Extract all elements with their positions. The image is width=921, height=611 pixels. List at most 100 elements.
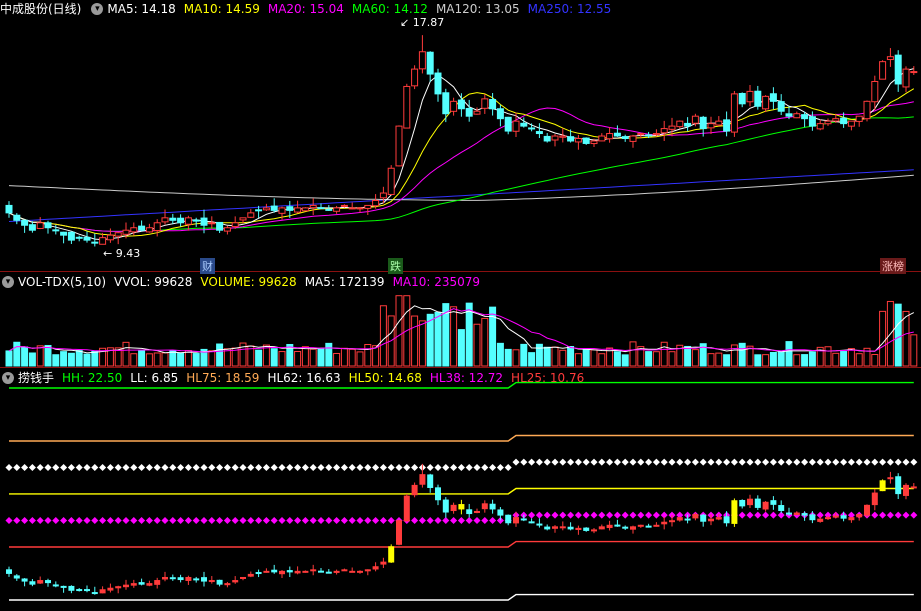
volume-bar bbox=[317, 348, 325, 367]
candle-body bbox=[528, 127, 536, 130]
candle-body bbox=[60, 231, 68, 236]
hl62-line bbox=[177, 463, 185, 472]
hl38-line bbox=[769, 511, 777, 519]
volume-bar bbox=[691, 349, 699, 367]
indicator-candle-body bbox=[388, 546, 395, 563]
hl62-line bbox=[426, 463, 434, 472]
candle-body bbox=[372, 199, 380, 207]
indicator-candle-body bbox=[505, 514, 512, 524]
hl62-line bbox=[574, 458, 582, 466]
hl38-line bbox=[270, 516, 278, 525]
indicator-candle-body bbox=[325, 571, 332, 574]
hl38-line bbox=[75, 516, 83, 525]
hl38-line bbox=[36, 516, 44, 525]
volume-bar bbox=[356, 351, 364, 367]
kline-chart[interactable] bbox=[0, 0, 921, 611]
hl62-line bbox=[894, 458, 902, 466]
hl62-line bbox=[60, 463, 68, 472]
candle-body bbox=[457, 99, 465, 110]
volume-bar bbox=[894, 303, 902, 367]
volume-bar bbox=[309, 348, 317, 367]
candle-body bbox=[660, 128, 668, 134]
indicator-candle-body bbox=[130, 583, 137, 586]
candle-body bbox=[130, 227, 138, 233]
indicator-candle-body bbox=[123, 584, 129, 588]
indicator-candle-body bbox=[193, 578, 200, 581]
hl62-line bbox=[730, 458, 738, 466]
candle-body bbox=[317, 207, 325, 210]
indicator-candle-body bbox=[871, 492, 878, 506]
candle-body bbox=[75, 236, 83, 239]
hl62-line bbox=[543, 458, 551, 466]
hl62-line bbox=[489, 463, 497, 472]
candle-body bbox=[411, 68, 419, 87]
candle-body bbox=[629, 135, 637, 142]
hl62-line bbox=[145, 463, 153, 472]
volume-bar bbox=[153, 352, 161, 367]
hl38-line bbox=[411, 516, 419, 525]
indicator-candle-body bbox=[294, 570, 301, 574]
volume-bar bbox=[379, 305, 387, 367]
candle-body bbox=[442, 92, 450, 115]
hl38-line bbox=[114, 516, 122, 525]
volume-bar bbox=[629, 341, 637, 367]
volume-bar bbox=[645, 351, 653, 367]
volume-bar bbox=[184, 350, 192, 367]
candle-body bbox=[582, 137, 590, 144]
indicator-candle-body bbox=[848, 517, 855, 521]
candle-body bbox=[707, 123, 715, 129]
hl62-line bbox=[793, 458, 801, 466]
indicator-candle-body bbox=[474, 510, 480, 513]
hl62-line bbox=[746, 458, 754, 466]
hl62-line bbox=[762, 458, 770, 466]
candle-body bbox=[777, 101, 785, 112]
volume-bar bbox=[216, 343, 224, 367]
hl38-line bbox=[738, 511, 746, 519]
indicator-candle-body bbox=[466, 509, 473, 515]
hl62-line bbox=[75, 463, 83, 472]
hl62-line bbox=[36, 463, 44, 472]
indicator-candle-body bbox=[778, 505, 785, 511]
candle-body bbox=[216, 221, 224, 231]
candle-body bbox=[785, 113, 793, 117]
event-marker-finance[interactable]: 财 bbox=[200, 258, 215, 274]
volume-bar bbox=[910, 334, 918, 367]
event-marker-drop[interactable]: 跌 bbox=[388, 258, 403, 274]
ma120-line bbox=[8, 174, 914, 201]
hl62-line bbox=[99, 463, 107, 472]
hl62-line bbox=[785, 458, 793, 466]
candle-body bbox=[824, 120, 832, 125]
hl62-line bbox=[153, 463, 161, 472]
candle-body bbox=[387, 167, 395, 195]
hl62-line bbox=[590, 458, 598, 466]
indicator-candle-body bbox=[403, 495, 410, 522]
event-marker-top-list[interactable]: 涨榜 bbox=[880, 258, 906, 274]
hl62-line bbox=[450, 463, 458, 472]
candle-body bbox=[208, 222, 216, 225]
hl38-line bbox=[325, 516, 333, 525]
hl62-line bbox=[216, 463, 224, 472]
hl38-line bbox=[161, 516, 169, 525]
hl62-line bbox=[442, 463, 450, 472]
hl38-line bbox=[574, 511, 582, 519]
indicator-candle-body bbox=[614, 524, 621, 527]
volume-bar bbox=[145, 353, 153, 367]
candle-body bbox=[598, 135, 606, 142]
indicator-candle-body bbox=[162, 576, 168, 580]
hl62-line bbox=[660, 458, 668, 466]
hl62-line bbox=[130, 463, 138, 472]
hl38-line bbox=[442, 516, 450, 525]
volume-bar bbox=[590, 349, 598, 367]
indicator-candle-body bbox=[723, 516, 730, 524]
volume-bar bbox=[902, 310, 910, 367]
hl38-line bbox=[184, 516, 192, 525]
indicator-candle-body bbox=[208, 580, 215, 583]
hl38-line bbox=[286, 516, 294, 525]
indicator-candle-body bbox=[263, 570, 270, 573]
hl62-line bbox=[106, 463, 114, 472]
hl62-line bbox=[372, 463, 380, 472]
hl38-line bbox=[52, 516, 60, 525]
candle-body bbox=[691, 115, 699, 124]
hl62-line bbox=[723, 458, 731, 466]
volume-bar bbox=[434, 311, 442, 367]
